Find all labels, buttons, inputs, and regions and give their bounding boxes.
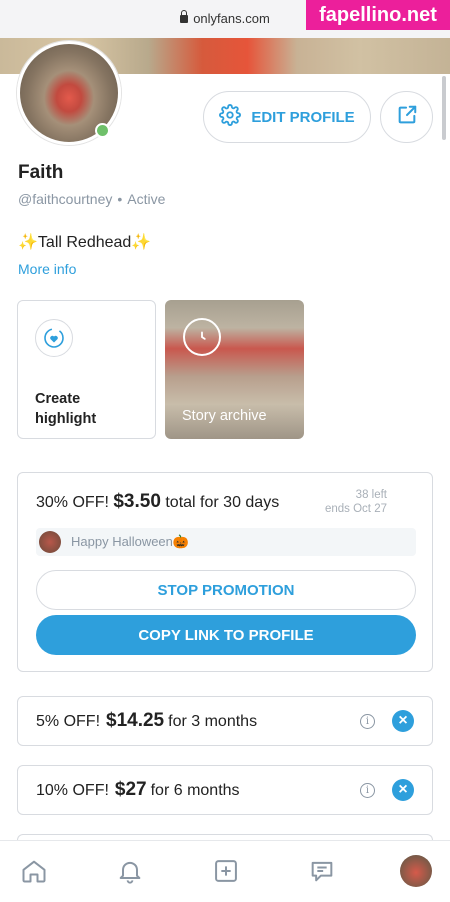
bio-text: Tall Redhead <box>37 234 132 251</box>
share-icon <box>396 104 418 131</box>
info-icon[interactable]: i <box>360 783 375 798</box>
story-archive-card[interactable]: Story archive <box>165 300 304 439</box>
close-icon[interactable]: × <box>392 779 414 801</box>
promotion-meta: 38 left ends Oct 27 <box>325 488 387 516</box>
avatar <box>39 531 61 553</box>
home-icon[interactable] <box>18 855 50 887</box>
promotion-terms: total for 30 days <box>165 494 280 511</box>
edit-profile-label: EDIT PROFILE <box>251 108 355 126</box>
bundle-price: $14.25 <box>106 710 165 731</box>
bundle-discount: 10% OFF! <box>36 782 109 799</box>
profile-name: Faith <box>18 162 64 183</box>
clock-icon <box>183 318 221 356</box>
scrollbar[interactable] <box>442 76 446 140</box>
share-button[interactable] <box>380 91 433 143</box>
promotion-message-text: Happy Halloween🎃 <box>71 534 190 549</box>
url-text: onlyfans.com <box>193 11 270 26</box>
promotion-card: 30% OFF! $3.50 total for 30 days 38 left… <box>17 472 433 672</box>
lock-icon <box>180 10 189 23</box>
create-highlight-label: Create highlight <box>35 391 97 427</box>
bottom-nav <box>0 840 450 902</box>
profile-avatar-nav[interactable] <box>400 855 432 887</box>
promotion-left: 38 left <box>355 489 387 501</box>
sparkles-icon: ✨ <box>131 234 152 251</box>
info-icon[interactable]: i <box>360 714 375 729</box>
bundle-duration: for 6 months <box>150 782 240 799</box>
profile-handle: @faithcourtney <box>18 191 113 207</box>
close-icon[interactable]: × <box>392 710 414 732</box>
copy-link-button[interactable]: COPY LINK TO PROFILE <box>36 615 416 655</box>
promotion-message: Happy Halloween🎃 <box>36 528 416 556</box>
edit-profile-button[interactable]: EDIT PROFILE <box>203 91 371 143</box>
status-separator: • <box>117 191 123 207</box>
bundle-discount: 5% OFF! <box>36 713 101 730</box>
bundle-offer: 5% OFF! $14.25 for 3 months <box>36 710 257 732</box>
heart-icon <box>35 319 73 357</box>
sparkles-icon: ✨ <box>18 234 38 251</box>
stop-promotion-button[interactable]: STOP PROMOTION <box>36 570 416 610</box>
online-status-dot <box>95 123 110 138</box>
promotion-ends: ends Oct 27 <box>324 503 387 515</box>
create-highlight-card[interactable]: Create highlight <box>17 300 156 439</box>
messages-icon[interactable] <box>306 855 338 887</box>
bundle-row[interactable]: 5% OFF! $14.25 for 3 months i × <box>17 696 433 746</box>
watermark: fapellino.net <box>306 0 450 30</box>
bundle-price: $27 <box>114 779 147 800</box>
status-text: Active <box>127 191 166 207</box>
bundle-row[interactable]: 10% OFF! $27 for 6 months i × <box>17 765 433 815</box>
gear-icon <box>219 104 242 130</box>
story-archive-label: Story archive <box>182 408 267 424</box>
bundle-offer: 10% OFF! $27 for 6 months <box>36 779 240 801</box>
profile-handle-line: @faithcourtney • Active <box>18 191 165 207</box>
promotion-price: $3.50 <box>113 491 161 512</box>
profile-bio: ✨Tall Redhead✨ <box>18 232 151 252</box>
bundle-duration: for 3 months <box>168 713 258 730</box>
bell-icon[interactable] <box>114 855 146 887</box>
promotion-discount: 30% OFF! <box>36 494 109 511</box>
add-post-icon[interactable] <box>210 855 242 887</box>
more-info-link[interactable]: More info <box>18 261 76 277</box>
promotion-offer: 30% OFF! $3.50 total for 30 days <box>36 491 279 513</box>
